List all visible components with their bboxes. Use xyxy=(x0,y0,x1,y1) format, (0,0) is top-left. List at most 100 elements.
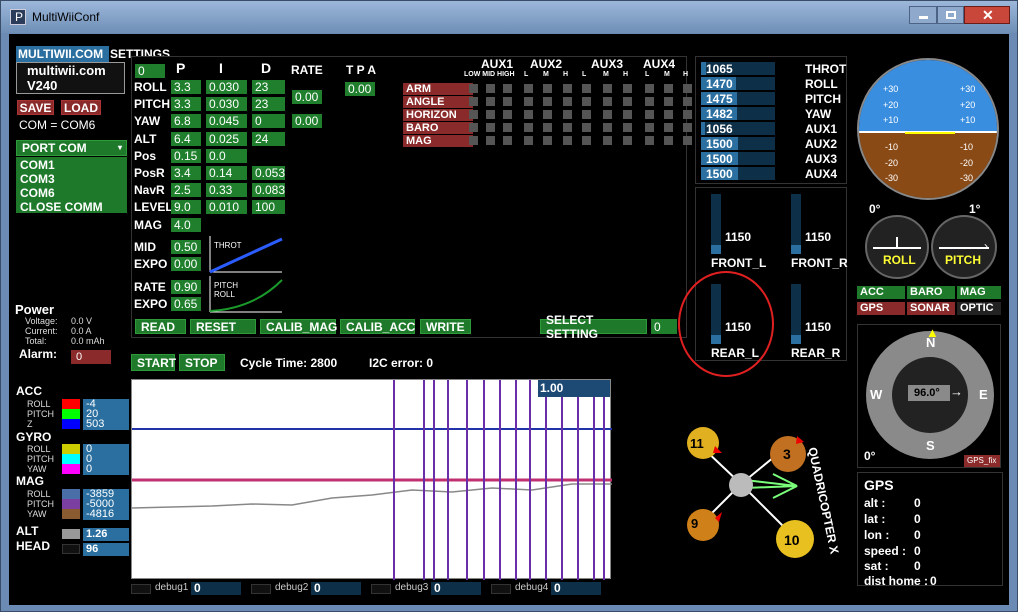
aux-checkbox[interactable] xyxy=(683,136,692,145)
aux-checkbox[interactable] xyxy=(603,84,612,93)
aux-checkbox[interactable] xyxy=(469,123,478,132)
tab-multiwii[interactable]: MULTIWII.COM xyxy=(16,46,109,62)
aux-checkbox[interactable] xyxy=(563,97,572,106)
graph-scale-field[interactable]: 1.00 xyxy=(538,380,610,397)
pid-d-field[interactable]: 0.053 xyxy=(252,166,285,180)
pid-p-field[interactable]: 6.8 xyxy=(171,114,201,129)
port-item-com1[interactable]: COM1 xyxy=(20,158,55,172)
aux-checkbox[interactable] xyxy=(623,97,632,106)
calib-acc-button[interactable]: CALIB_ACC xyxy=(340,319,415,334)
aux-checkbox[interactable] xyxy=(469,84,478,93)
calib-mag-button[interactable]: CALIB_MAG xyxy=(260,319,337,334)
aux-checkbox[interactable] xyxy=(524,136,533,145)
pid-i-field[interactable]: 0.025 xyxy=(206,131,247,146)
aux-checkbox[interactable] xyxy=(623,84,632,93)
aux-checkbox[interactable] xyxy=(582,136,591,145)
reset-button[interactable]: RESET xyxy=(190,319,256,334)
aux-checkbox[interactable] xyxy=(543,136,552,145)
start-button[interactable]: START xyxy=(131,354,176,371)
aux-checkbox[interactable] xyxy=(469,97,478,106)
tpa-field[interactable]: 0.00 xyxy=(345,82,375,96)
rate-roll-pitch-field[interactable]: 0.00 xyxy=(292,90,322,104)
pid-i-field[interactable]: 0.030 xyxy=(206,97,247,112)
aux-checkbox[interactable] xyxy=(563,136,572,145)
aux-checkbox[interactable] xyxy=(603,136,612,145)
aux-checkbox[interactable] xyxy=(503,123,512,132)
pid-i-field[interactable]: 0.0 xyxy=(206,148,247,163)
rate-yaw-field[interactable]: 0.00 xyxy=(292,114,322,128)
aux-checkbox[interactable] xyxy=(543,84,552,93)
pid-p-field[interactable]: 3.4 xyxy=(171,166,201,180)
expo-field[interactable]: 0.00 xyxy=(171,257,201,271)
pid-p-field[interactable]: 4.0 xyxy=(171,217,201,232)
aux-checkbox[interactable] xyxy=(543,123,552,132)
port-item-com3[interactable]: COM3 xyxy=(20,172,55,186)
aux-checkbox[interactable] xyxy=(664,110,673,119)
load-button[interactable]: LOAD xyxy=(61,100,101,115)
aux-checkbox[interactable] xyxy=(645,84,654,93)
aux-checkbox[interactable] xyxy=(582,110,591,119)
aux-checkbox[interactable] xyxy=(645,97,654,106)
aux-checkbox[interactable] xyxy=(524,110,533,119)
aux-checkbox[interactable] xyxy=(582,123,591,132)
aux-checkbox[interactable] xyxy=(664,136,673,145)
aux-checkbox[interactable] xyxy=(683,110,692,119)
maximize-button[interactable] xyxy=(937,6,964,24)
aux-checkbox[interactable] xyxy=(623,110,632,119)
write-button[interactable]: WRITE xyxy=(420,319,471,334)
close-comm-item[interactable]: CLOSE COMM xyxy=(20,200,103,214)
pid-d-field[interactable]: 0.083 xyxy=(252,183,285,198)
aux-checkbox[interactable] xyxy=(645,136,654,145)
stop-button[interactable]: STOP xyxy=(179,354,225,371)
aux-checkbox[interactable] xyxy=(524,84,533,93)
aux-checkbox[interactable] xyxy=(683,97,692,106)
aux-checkbox[interactable] xyxy=(664,84,673,93)
aux-checkbox[interactable] xyxy=(543,97,552,106)
select-setting-button[interactable]: SELECT SETTING xyxy=(540,313,647,341)
close-button[interactable]: ✕ xyxy=(964,6,1010,24)
aux-checkbox[interactable] xyxy=(524,123,533,132)
read-button[interactable]: READ xyxy=(135,319,186,334)
port-item-com6[interactable]: COM6 xyxy=(20,186,55,200)
aux-checkbox[interactable] xyxy=(503,136,512,145)
aux-checkbox[interactable] xyxy=(664,97,673,106)
aux-checkbox[interactable] xyxy=(664,123,673,132)
pid-i-field[interactable]: 0.045 xyxy=(206,114,247,129)
pid-i-field[interactable]: 0.030 xyxy=(206,80,247,94)
pid-i-field[interactable]: 0.33 xyxy=(206,183,247,198)
pid-p-field[interactable]: 2.5 xyxy=(171,183,201,198)
pid-index-field[interactable]: 0 xyxy=(135,64,165,78)
aux-checkbox[interactable] xyxy=(683,84,692,93)
aux-checkbox[interactable] xyxy=(645,110,654,119)
aux-checkbox[interactable] xyxy=(563,123,572,132)
aux-checkbox[interactable] xyxy=(503,110,512,119)
aux-checkbox[interactable] xyxy=(645,123,654,132)
pid-d-field[interactable]: 24 xyxy=(252,131,285,146)
aux-checkbox[interactable] xyxy=(623,136,632,145)
aux-checkbox[interactable] xyxy=(563,84,572,93)
pid-d-field[interactable]: 0 xyxy=(252,114,285,129)
pid-p-field[interactable]: 9.0 xyxy=(171,200,201,215)
aux-checkbox[interactable] xyxy=(486,136,495,145)
aux-checkbox[interactable] xyxy=(503,97,512,106)
pid-d-field[interactable]: 23 xyxy=(252,97,285,112)
aux-checkbox[interactable] xyxy=(524,97,533,106)
expo2-field[interactable]: 0.65 xyxy=(171,297,201,311)
aux-checkbox[interactable] xyxy=(469,110,478,119)
pid-p-field[interactable]: 6.4 xyxy=(171,131,201,146)
pid-i-field[interactable]: 0.010 xyxy=(206,200,247,215)
pid-p-field[interactable]: 3.3 xyxy=(171,97,201,112)
pid-i-field[interactable]: 0.14 xyxy=(206,166,247,180)
pid-d-field[interactable]: 100 xyxy=(252,200,285,215)
aux-checkbox[interactable] xyxy=(486,110,495,119)
aux-checkbox[interactable] xyxy=(582,97,591,106)
aux-checkbox[interactable] xyxy=(543,110,552,119)
minimize-button[interactable] xyxy=(909,6,937,24)
aux-checkbox[interactable] xyxy=(486,84,495,93)
aux-checkbox[interactable] xyxy=(603,110,612,119)
alarm-field[interactable]: 0 xyxy=(71,350,111,364)
aux-checkbox[interactable] xyxy=(486,123,495,132)
pid-d-field[interactable]: 23 xyxy=(252,80,285,94)
aux-checkbox[interactable] xyxy=(503,84,512,93)
select-setting-value[interactable]: 0 xyxy=(651,319,677,334)
